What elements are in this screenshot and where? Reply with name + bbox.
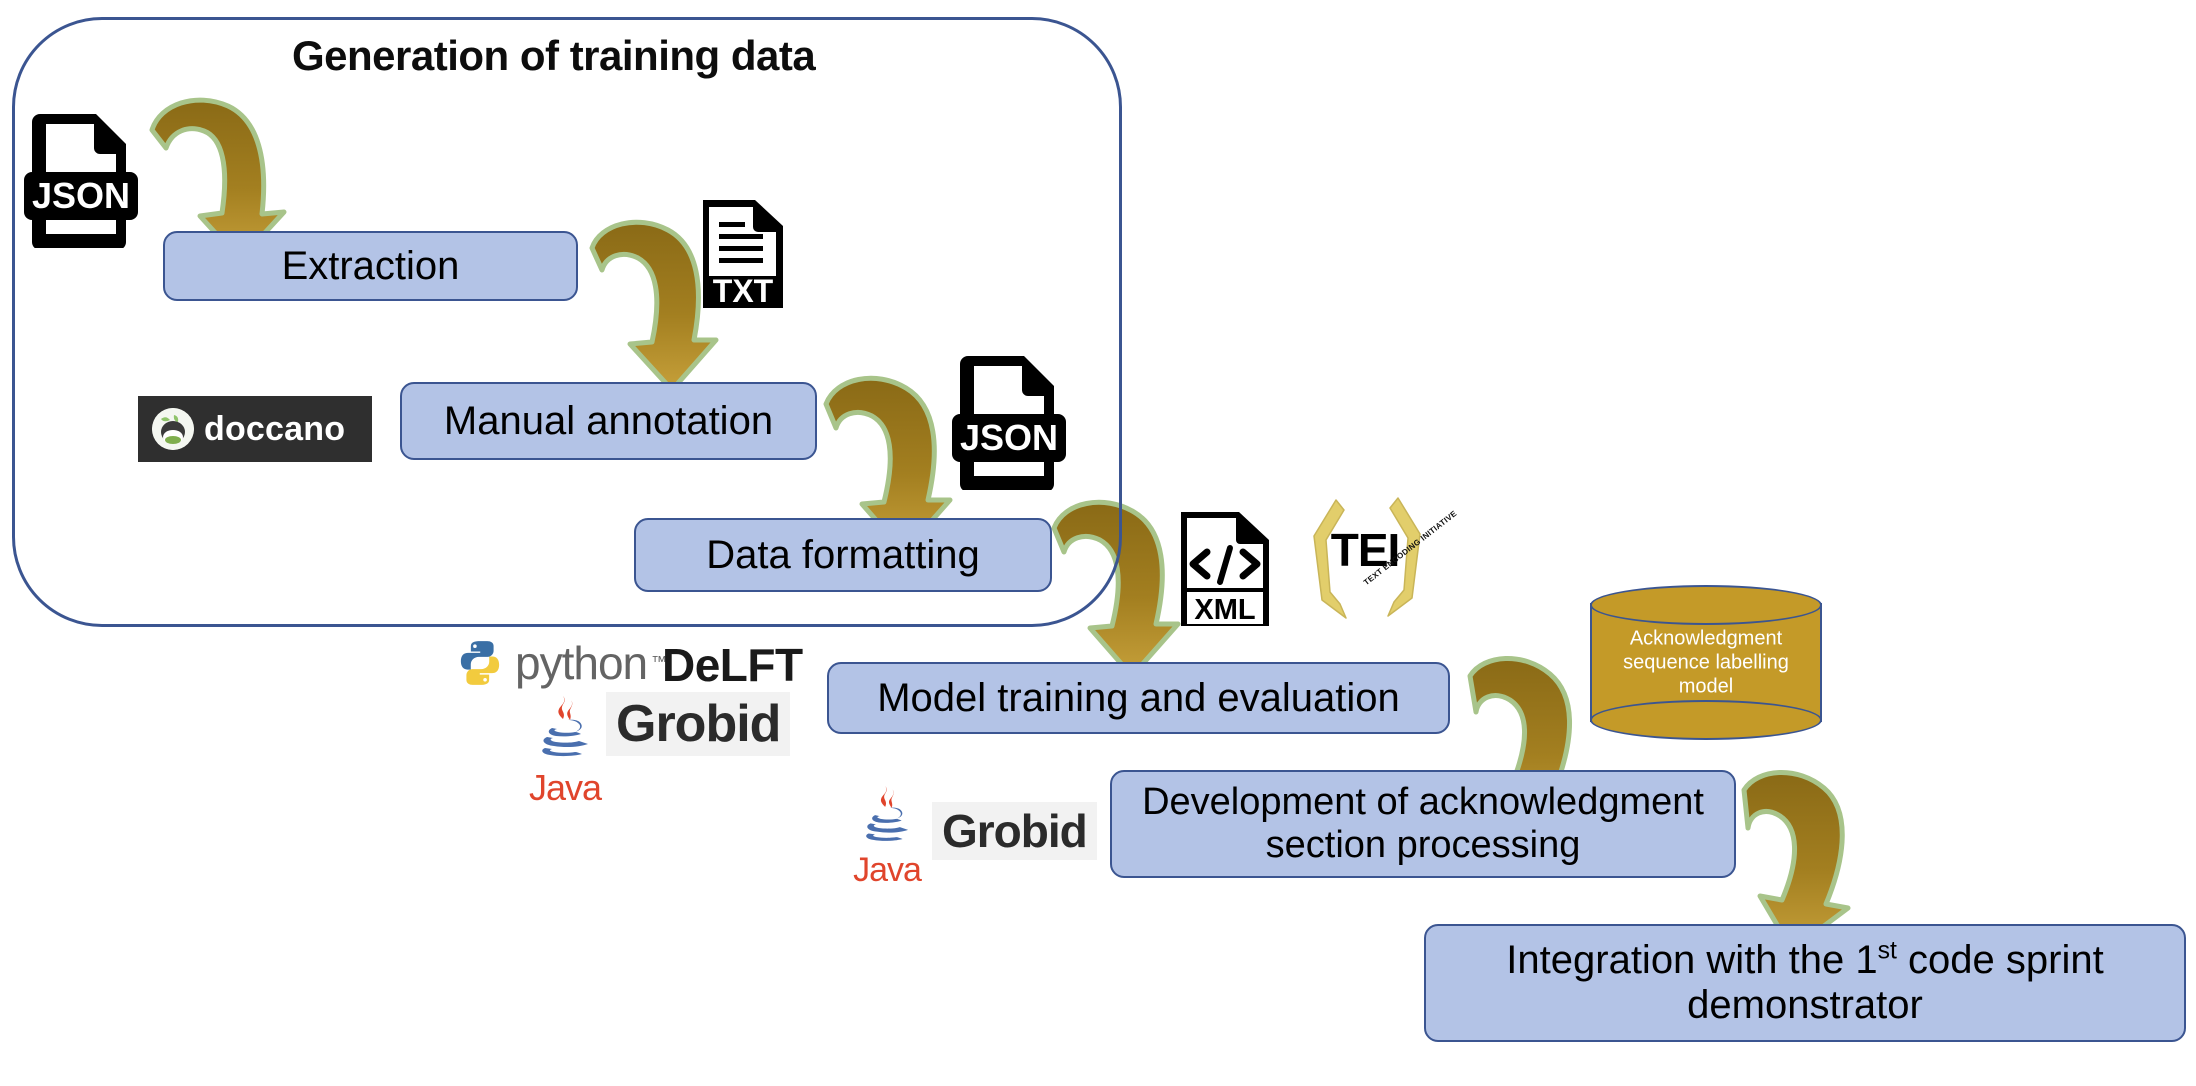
doccano-logo: doccano xyxy=(138,396,372,462)
step-box-development[interactable]: Development of acknowledgment section pr… xyxy=(1110,770,1736,878)
step-box-data-formatting[interactable]: Data formatting xyxy=(634,518,1052,592)
java-wordmark-1: Java xyxy=(528,767,602,808)
txt-file-icon: TXT xyxy=(697,196,789,312)
java-logo-2: Java xyxy=(842,782,932,890)
grobid-wordmark-2: Grobid xyxy=(932,802,1097,860)
step-label-manual-annotation: Manual annotation xyxy=(443,398,774,443)
step-label-data-formatting: Data formatting xyxy=(706,532,980,577)
step-label-integration-line1b: code sprint xyxy=(1896,938,2104,983)
json-icon-label: JSON xyxy=(32,175,130,216)
python-logo: python ™ xyxy=(455,637,667,689)
step-label-extraction: Extraction xyxy=(281,243,460,288)
grobid-wordmark-1: Grobid xyxy=(606,692,791,756)
step-label-development-line1: Development of acknowledgment xyxy=(1142,781,1704,824)
json-output-file-icon: JSON xyxy=(950,350,1068,490)
xml-file-icon: XML xyxy=(1176,508,1274,630)
cylinder-top xyxy=(1590,585,1822,625)
step-label-integration-line1a: Integration with the 1 xyxy=(1506,938,1878,983)
xml-icon-label: XML xyxy=(1194,594,1255,626)
step-label-model-training: Model training and evaluation xyxy=(877,675,1400,720)
step-label-integration-line1: Integration with the 1st code sprint xyxy=(1506,938,2103,983)
cylinder-label-line3: model xyxy=(1678,675,1734,698)
step-label-integration-sup: st xyxy=(1877,937,1897,965)
doccano-mark-icon xyxy=(152,408,194,450)
json-file-icon: JSON xyxy=(22,108,140,248)
python-icon xyxy=(460,641,500,685)
java-icon xyxy=(542,696,588,757)
cylinder-label: Acknowledgment sequence labelling model xyxy=(1590,626,1822,699)
step-box-model-training[interactable]: Model training and evaluation xyxy=(827,662,1450,734)
delft-wordmark: DeLFT xyxy=(662,639,803,691)
step-box-manual-annotation[interactable]: Manual annotation xyxy=(400,382,817,460)
step-label-development: Development of acknowledgment section pr… xyxy=(1142,781,1704,866)
step-label-integration-line2: demonstrator xyxy=(1687,983,1923,1027)
cylinder-label-line2: sequence labelling xyxy=(1623,651,1789,674)
tei-logo: TEI TEXT ENCODING INITIATIVE xyxy=(1300,492,1459,632)
python-wordmark: python xyxy=(515,637,648,689)
doccano-wordmark: doccano xyxy=(204,409,346,448)
txt-icon-label: TXT xyxy=(713,273,774,309)
step-box-extraction[interactable]: Extraction xyxy=(163,231,578,301)
cylinder-label-line1: Acknowledgment xyxy=(1629,626,1783,649)
step-box-integration[interactable]: Integration with the 1st code sprint dem… xyxy=(1424,924,2186,1042)
java-icon-2 xyxy=(866,785,909,841)
cylinder-bottom xyxy=(1590,700,1822,740)
json-output-icon-label: JSON xyxy=(960,417,1058,458)
java-wordmark-2: Java xyxy=(853,851,922,889)
diagram-canvas: Generation of training data JSON TXT JSO… xyxy=(0,0,2196,1086)
ack-model-cylinder: Acknowledgment sequence labelling model xyxy=(1590,585,1822,740)
step-label-development-line2: section processing xyxy=(1265,824,1581,866)
group-title: Generation of training data xyxy=(292,32,816,79)
step-label-integration: Integration with the 1st code sprint dem… xyxy=(1506,938,2103,1028)
java-logo-1: Java xyxy=(520,692,610,809)
